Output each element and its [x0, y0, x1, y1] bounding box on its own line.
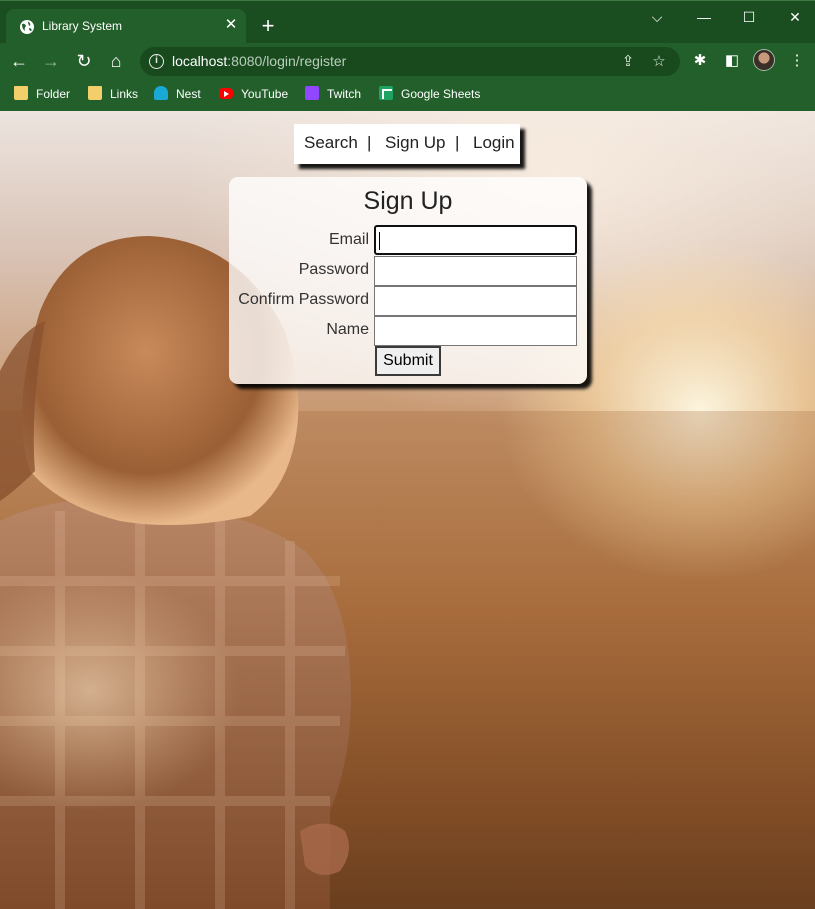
bookmark-google-sheets[interactable]: Google Sheets	[379, 85, 480, 105]
site-info-icon[interactable]: i	[149, 54, 164, 69]
bookmark-label: Google Sheets	[401, 87, 481, 101]
close-window-button[interactable]: ✕	[783, 5, 807, 29]
extensions-icon[interactable]: ✱	[688, 49, 712, 73]
page-viewport: Search | Sign Up | Login Sign Up Email P…	[0, 111, 815, 909]
url-text[interactable]: localhost:8080/login/register	[172, 53, 346, 69]
confirm-password-label: Confirm Password	[238, 291, 369, 308]
back-icon[interactable]: ←	[6, 48, 32, 74]
browser-titlebar: Library System ✕ + ⌵ — ☐ ✕	[0, 0, 815, 44]
maximize-button[interactable]: ☐	[737, 5, 761, 29]
tab-search-icon[interactable]: ⌵	[645, 5, 669, 29]
globe-icon	[20, 20, 34, 34]
reload-icon[interactable]: ↻	[71, 48, 97, 74]
site-nav: Search | Sign Up | Login	[294, 124, 520, 164]
bookmark-links[interactable]: Links	[88, 85, 138, 105]
google-sheets-icon	[379, 86, 393, 100]
bookmarks-bar: Folder Links Nest YouTube Twitch Google …	[0, 79, 815, 111]
bookmark-star-icon[interactable]: ☆	[649, 52, 669, 72]
bookmark-label: Nest	[176, 87, 201, 101]
form-title: Sign Up	[363, 187, 453, 215]
bookmark-label: Twitch	[327, 87, 362, 101]
share-icon[interactable]: ⇪	[618, 52, 638, 72]
name-label: Name	[326, 321, 369, 338]
profile-avatar[interactable]	[753, 49, 775, 71]
bookmark-label: Folder	[36, 87, 71, 101]
signup-form: Sign Up Email Password Confirm Password …	[229, 177, 587, 384]
nav-separator: |	[367, 133, 372, 152]
browser-toolbar: ← → ↻ ⌂ i localhost:8080/login/register …	[0, 43, 815, 79]
twitch-icon	[305, 86, 319, 100]
email-label: Email	[328, 231, 369, 248]
password-label: Password	[298, 261, 369, 278]
url-path: :8080/login/register	[227, 53, 347, 69]
close-tab-icon[interactable]: ✕	[222, 16, 240, 34]
bookmark-label: Links	[110, 87, 139, 101]
email-field[interactable]	[374, 225, 577, 255]
nav-search-link[interactable]: Search	[304, 133, 358, 153]
new-tab-button[interactable]: +	[256, 14, 280, 38]
tab-title: Library System	[42, 19, 123, 33]
text-caret	[379, 232, 380, 250]
nest-icon	[154, 86, 168, 100]
address-bar[interactable]: i localhost:8080/login/register ⇪ ☆	[140, 47, 680, 76]
bookmark-label: YouTube	[241, 87, 289, 101]
password-field[interactable]	[374, 256, 577, 286]
bookmark-folder[interactable]: Folder	[14, 85, 70, 105]
youtube-icon	[219, 88, 233, 99]
bookmark-twitch[interactable]: Twitch	[305, 85, 361, 105]
forward-icon[interactable]: →	[38, 48, 64, 74]
name-field[interactable]	[374, 316, 577, 346]
bookmark-youtube[interactable]: YouTube	[219, 85, 288, 105]
folder-icon	[14, 86, 28, 100]
folder-icon	[88, 86, 102, 100]
submit-button[interactable]: Submit	[375, 346, 441, 376]
menu-icon[interactable]: ⋮	[785, 49, 809, 73]
minimize-button[interactable]: —	[692, 5, 716, 29]
bookmark-nest[interactable]: Nest	[154, 85, 201, 105]
home-icon[interactable]: ⌂	[103, 48, 129, 74]
nav-signup-link[interactable]: Sign Up	[385, 133, 445, 153]
url-host: localhost	[172, 53, 228, 69]
nav-separator: |	[455, 133, 460, 152]
nav-login-link[interactable]: Login	[473, 133, 515, 153]
confirm-password-field[interactable]	[374, 286, 577, 316]
browser-tab[interactable]: Library System ✕	[6, 9, 246, 44]
side-panel-icon[interactable]: ◧	[720, 49, 744, 73]
